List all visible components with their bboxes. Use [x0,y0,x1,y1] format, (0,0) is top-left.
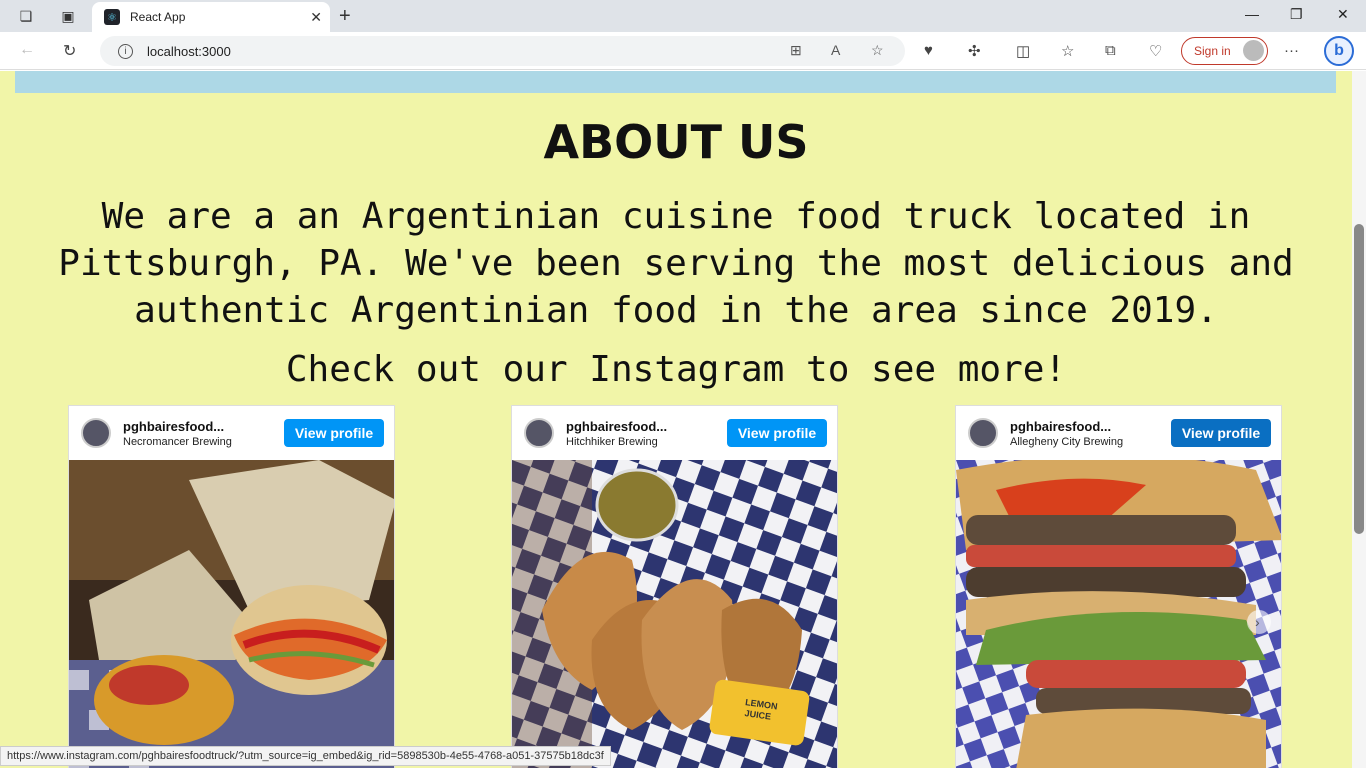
refresh-icon[interactable]: ↻ [63,41,76,61]
post-header: pghbairesfood... Hitchhiker Brewing View… [512,406,837,460]
tab-title: React App [130,10,186,24]
restore-icon[interactable]: ❐ [1290,6,1303,23]
header-bar [15,71,1336,93]
tab-actions-icon[interactable]: ▣ [58,6,78,26]
address-bar: ← ↻ i localhost:3000 ⊞ A ☆ ♥ ✣ ◫ ☆ ⧉ ♡ S… [0,32,1366,70]
page-content: ABOUT US We are a an Argentinian cuisine… [0,71,1352,768]
svg-text:›: › [1255,614,1260,630]
close-window-icon[interactable]: ✕ [1337,6,1349,23]
new-tab-button[interactable]: + [339,5,351,28]
post-photo-empanadas[interactable]: LEMON JUICE [512,460,838,768]
post-username[interactable]: pghbairesfood... [566,419,667,434]
split-screen-icon[interactable]: ◫ [1016,42,1030,60]
view-profile-button[interactable]: View profile [1171,419,1271,447]
tab-bar: ❏ ▣ ⚛ React App ✕ + — ❐ ✕ [0,0,1366,32]
instagram-post-card[interactable]: pghbairesfood... Necromancer Brewing Vie… [68,405,395,768]
sign-in-button[interactable]: Sign in [1181,37,1268,65]
about-title: ABOUT US [543,115,809,169]
profile-avatar-icon [1243,40,1264,61]
performance-icon[interactable]: ♡ [1149,42,1162,60]
collections-icon[interactable]: ⧉ [1105,42,1116,59]
scrollbar-thumb[interactable] [1354,224,1364,534]
post-username[interactable]: pghbairesfood... [1010,419,1111,434]
post-username[interactable]: pghbairesfood... [123,419,224,434]
read-aloud-icon[interactable]: A [831,42,840,58]
view-profile-button[interactable]: View profile [727,419,827,447]
page-scrollbar[interactable] [1352,71,1366,768]
favorites-icon[interactable]: ☆ [1061,42,1074,60]
instagram-post-card[interactable]: pghbairesfood... Allegheny City Brewing … [955,405,1282,768]
view-profile-button[interactable]: View profile [284,419,384,447]
sign-in-label: Sign in [1194,44,1231,58]
avatar[interactable] [81,418,111,448]
post-photo-fries-sandwich[interactable] [69,460,395,768]
bing-copilot-icon[interactable]: b [1324,36,1354,66]
avatar[interactable] [968,418,998,448]
workspaces-icon[interactable]: ❏ [16,6,36,26]
post-location[interactable]: Allegheny City Brewing [1010,436,1123,448]
about-description: We are a an Argentinian cuisine food tru… [58,196,1294,331]
instagram-post-card[interactable]: pghbairesfood... Hitchhiker Brewing View… [511,405,838,768]
more-menu-icon[interactable]: ··· [1284,42,1299,59]
avatar[interactable] [524,418,554,448]
react-icon: ⚛ [104,9,120,25]
post-header: pghbairesfood... Necromancer Brewing Vie… [69,406,394,460]
url-text: localhost:3000 [147,43,231,59]
browser-essentials-icon[interactable]: ♥ [924,42,933,59]
post-location[interactable]: Hitchhiker Brewing [566,436,658,448]
tab-react-app[interactable]: ⚛ React App ✕ [92,2,330,32]
url-field[interactable]: i localhost:3000 ⊞ A ☆ [100,36,905,66]
post-location[interactable]: Necromancer Brewing [123,436,232,448]
favorite-star-icon[interactable]: ☆ [871,42,884,59]
status-bar-link: https://www.instagram.com/pghbairesfoodt… [0,746,611,766]
instagram-cta: Check out our Instagram to see more! [285,349,1067,390]
close-tab-icon[interactable]: ✕ [310,9,322,26]
minimize-icon[interactable]: — [1245,6,1259,22]
post-header: pghbairesfood... Allegheny City Brewing … [956,406,1281,460]
site-info-icon[interactable]: i [118,43,133,59]
back-icon[interactable]: ← [19,41,35,59]
post-photo-burger[interactable]: › [956,460,1282,768]
extensions-icon[interactable]: ✣ [968,42,981,60]
app-available-icon[interactable]: ⊞ [790,42,802,59]
